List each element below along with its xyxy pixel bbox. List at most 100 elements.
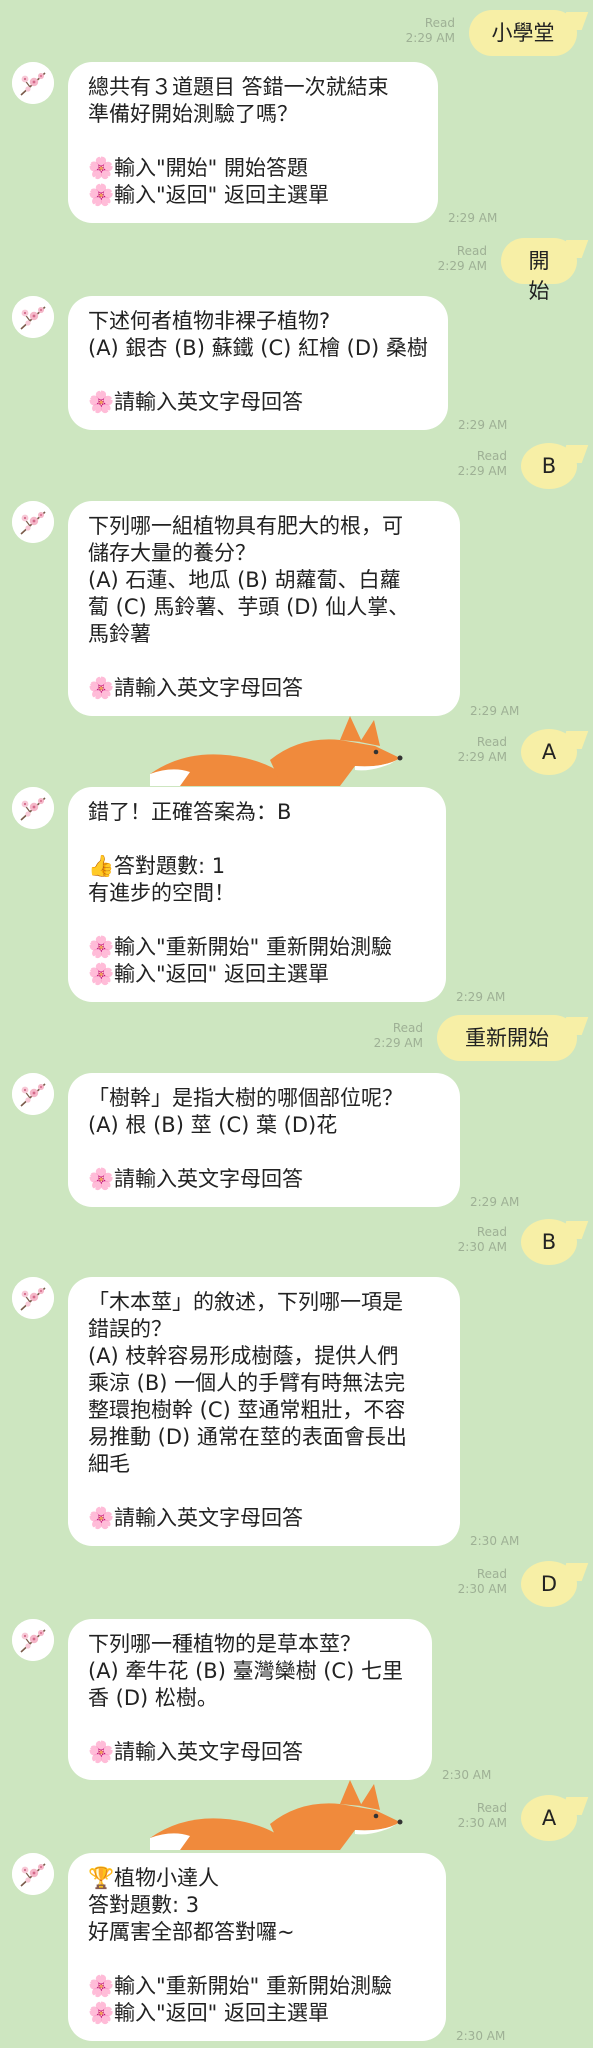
message-time: 2:29 AM [470, 704, 520, 718]
message-line: (A) 石蓮、地瓜 (B) 胡蘿蔔、白蘿 [88, 568, 401, 592]
cherry-blossom-icon: 🌸 [88, 935, 115, 959]
read-label: Read [392, 1021, 423, 1035]
bot-avatar[interactable] [12, 1619, 54, 1661]
cherry-blossom-avatar-icon [12, 1853, 54, 1895]
message-line: 下述何者植物非裸子植物? [88, 309, 331, 333]
message-line: 🌸輸入"返回" 返回主選單 [88, 961, 426, 988]
message-time: 2:29 AM [437, 259, 487, 273]
message-time: 2:30 AM [470, 1534, 520, 1548]
message-line: 好厲害全部都答對囉~ [88, 1920, 295, 1944]
message-line: 有進步的空間！ [88, 881, 235, 905]
message-line-text: 請輸入英文字母回答 [114, 1506, 303, 1530]
message-line: 總共有３道題目 答錯一次就結束 [88, 75, 389, 99]
cherry-blossom-avatar-icon [12, 296, 54, 338]
outgoing-message: A [521, 729, 577, 775]
message-time: 2:29 AM [470, 1195, 520, 1209]
read-receipt: Read 2:29 AM [438, 244, 487, 274]
message-line-text: 輸入"返回" 返回主選單 [114, 183, 329, 207]
cherry-blossom-icon: 🌸 [88, 1740, 115, 1764]
message-line-text: 輸入"返回" 返回主選單 [114, 962, 329, 986]
message-line: 🌸請輸入英文字母回答 [88, 1505, 440, 1532]
outgoing-message: 重新開始 [437, 1015, 577, 1061]
message-line: 下列哪一組植物具有肥大的根，可 [88, 514, 403, 538]
fox-icon [150, 716, 403, 786]
incoming-message: 下列哪一組植物具有肥大的根，可 儲存大量的養分？ (A) 石蓮、地瓜 (B) 胡蘿蔔… [68, 501, 460, 716]
cherry-blossom-icon: 🌸 [88, 2001, 115, 2025]
bot-avatar[interactable] [12, 787, 54, 829]
cherry-blossom-avatar-icon [12, 501, 54, 543]
cherry-blossom-icon: 🌸 [88, 962, 115, 986]
message-line: 🏆植物小達人 [88, 1865, 426, 1892]
cherry-blossom-avatar-icon [12, 1073, 54, 1115]
message-line: 「樹幹」是指大樹的哪個部位呢？ [88, 1086, 403, 1110]
trophy-icon: 🏆 [88, 1866, 115, 1890]
message-line [88, 128, 418, 155]
fox-sticker [150, 1780, 410, 1854]
fox-icon [150, 1780, 403, 1850]
read-label: Read [476, 735, 507, 749]
read-receipt: Read 2:29 AM [406, 16, 455, 46]
cherry-blossom-icon: 🌸 [88, 1506, 115, 1530]
message-line: 香 (D) 松樹。 [88, 1686, 218, 1710]
bot-avatar[interactable] [12, 62, 54, 104]
message-line: 整環抱樹幹 (C) 莖通常粗壯，不容 [88, 1398, 406, 1422]
message-line [88, 1946, 426, 1973]
message-line-text: 輸入"重新開始" 重新開始測驗 [114, 1974, 392, 1998]
incoming-message: 下述何者植物非裸子植物? (A) 銀杏 (B) 蘇鐵 (C) 紅檜 (D) 桑樹 🌸… [68, 296, 448, 430]
bot-avatar[interactable] [12, 501, 54, 543]
incoming-message: 下列哪一種植物的是草本莖？ (A) 牽牛花 (B) 臺灣欒樹 (C) 七里香 (D… [68, 1619, 432, 1780]
message-time: 2:30 AM [456, 2029, 506, 2043]
cherry-blossom-icon: 🌸 [88, 1974, 115, 1998]
message-line [88, 1712, 412, 1739]
read-label: Read [476, 1225, 507, 1239]
bot-avatar[interactable] [12, 1073, 54, 1115]
incoming-message: 🏆植物小達人 答對題數: 3 好厲害全部都答對囉~ 🌸輸入"重新開始" 重新開始測驗 🌸… [68, 1853, 446, 2041]
message-line: 🌸請輸入英文字母回答 [88, 1739, 412, 1766]
cherry-blossom-icon: 🌸 [88, 1167, 115, 1191]
cherry-blossom-avatar-icon [12, 1277, 54, 1319]
message-time: 2:30 AM [442, 1768, 492, 1782]
message-time: 2:29 AM [448, 211, 498, 225]
message-line: 🌸輸入"返回" 返回主選單 [88, 182, 418, 209]
read-label: Read [476, 449, 507, 463]
cherry-blossom-avatar-icon [12, 62, 54, 104]
cherry-blossom-icon: 🌸 [88, 390, 115, 414]
read-label: Read [424, 16, 455, 30]
message-line [88, 1139, 440, 1166]
message-time: 2:30 AM [457, 1816, 507, 1830]
read-receipt: Read 2:30 AM [458, 1567, 507, 1597]
outgoing-message: A [521, 1795, 577, 1841]
bot-avatar[interactable] [12, 296, 54, 338]
outgoing-message: B [521, 443, 577, 489]
message-line: 準備好開始測驗了嗎？ [88, 102, 298, 126]
message-line: 🌸輸入"返回" 返回主選單 [88, 2000, 426, 2027]
cherry-blossom-avatar-icon [12, 1619, 54, 1661]
message-line-text: 輸入"返回" 返回主選單 [114, 2001, 329, 2025]
bot-avatar[interactable] [12, 1853, 54, 1895]
outgoing-message: 小學堂 [469, 10, 577, 56]
message-line-text: 答對題數: 1 [114, 854, 226, 878]
message-line-text: 請輸入英文字母回答 [114, 1167, 303, 1191]
message-time: 2:30 AM [457, 1240, 507, 1254]
read-receipt: Read 2:30 AM [458, 1225, 507, 1255]
thumbs-up-icon: 👍 [88, 854, 115, 878]
outgoing-message: B [521, 1219, 577, 1265]
message-line: 易推動 (D) 通常在莖的表面會長出 [88, 1425, 407, 1449]
read-receipt: Read 2:29 AM [458, 449, 507, 479]
message-line: (A) 牽牛花 (B) 臺灣欒樹 (C) 七里 [88, 1659, 403, 1683]
message-time: 2:29 AM [373, 1036, 423, 1050]
outgoing-message: D [521, 1561, 577, 1607]
message-time: 2:29 AM [456, 990, 506, 1004]
read-receipt: Read 2:29 AM [458, 735, 507, 765]
message-line: 細毛 [88, 1452, 130, 1476]
cherry-blossom-avatar-icon [12, 787, 54, 829]
message-line: 錯誤的？ [88, 1317, 172, 1341]
outgoing-message: 開始 [501, 238, 577, 303]
message-line [88, 907, 426, 934]
read-receipt: Read 2:30 AM [458, 1801, 507, 1831]
message-line-text: 請輸入英文字母回答 [114, 676, 303, 700]
bot-avatar[interactable] [12, 1277, 54, 1319]
read-label: Read [456, 244, 487, 258]
message-time: 2:29 AM [457, 750, 507, 764]
message-line: 乘涼 (B) 一個人的手臂有時無法完 [88, 1371, 406, 1395]
